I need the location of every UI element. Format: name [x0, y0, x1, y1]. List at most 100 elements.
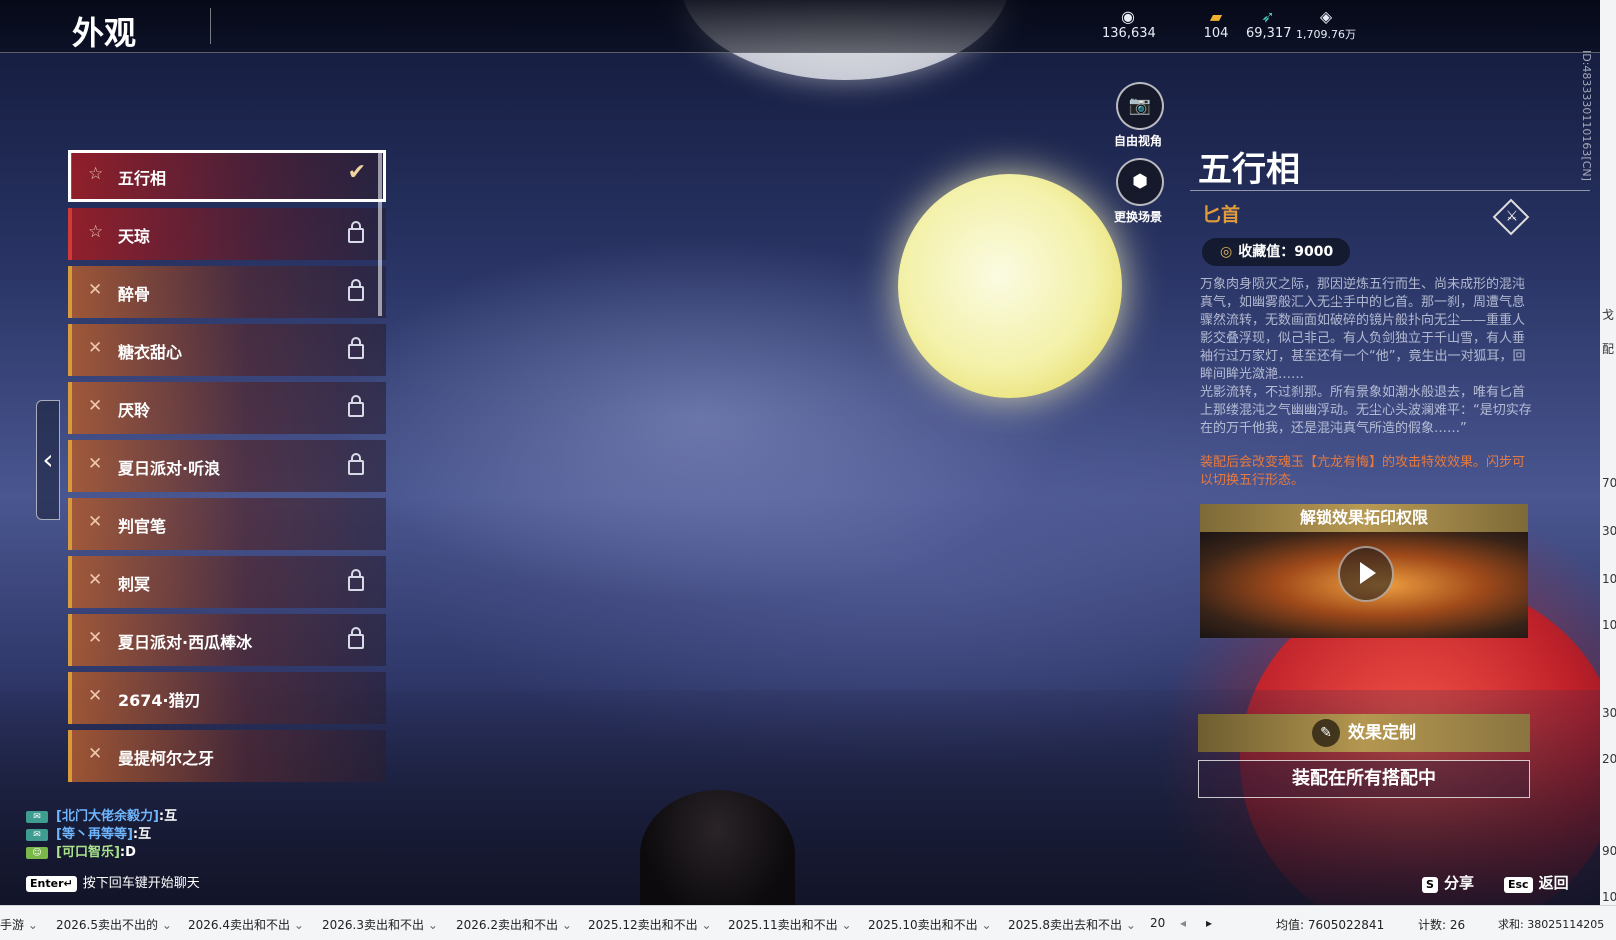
lock-icon — [348, 279, 364, 301]
chevron-left-icon: ‹ — [42, 443, 54, 476]
sheet-tab[interactable]: 2026.5卖出不出的 — [56, 916, 172, 933]
chat-line: ☺ [可口智乐]:D — [26, 844, 177, 862]
edge-text: 10 — [1602, 572, 1616, 586]
mask-icon: ◉ — [1121, 7, 1135, 26]
currency-feather[interactable]: ➶ 69,317 — [1246, 7, 1292, 42]
esc-key-icon: Esc — [1504, 877, 1533, 893]
change-scene-button[interactable]: ⬢ — [1116, 158, 1164, 206]
coin-icon: ◎ — [1220, 244, 1233, 260]
collapse-panel-button[interactable]: ‹ — [36, 400, 60, 520]
sheet-tab[interactable]: 手游 — [0, 916, 38, 933]
free-view-button[interactable]: 📷 — [1116, 82, 1164, 130]
currency-ticket-value: 104 — [1203, 26, 1229, 41]
cross-icon: ✕ — [88, 338, 103, 358]
sheet-tab[interactable]: 2026.3卖出和不出 — [322, 916, 438, 933]
feather-icon: ➶ — [1261, 7, 1275, 26]
diamond-icon: ◈ — [1319, 7, 1333, 26]
skin-item-0[interactable]: ☆ 五行相 ✔ — [68, 150, 386, 202]
chat-channel-icon: ☺ — [26, 846, 48, 859]
lock-icon — [348, 627, 364, 649]
sheet-tab-partial[interactable]: 20 — [1150, 916, 1165, 930]
brush-icon: ✎ — [1312, 719, 1340, 747]
preview-video[interactable]: 解锁效果拓印权限 — [1200, 504, 1528, 638]
chat-channel-icon: ✉ — [26, 828, 48, 841]
sheet-tab[interactable]: 2025.11卖出和不出 — [728, 916, 852, 933]
back-label: 返回 — [1538, 874, 1569, 892]
skin-list: ☆ 五行相 ✔ ☆ 天琼 ✕ 醉骨 ✕ 糖衣甜心 ✕ 厌聆 ✕ 夏日派对·听浪 — [68, 150, 386, 788]
cross-icon: ✕ — [88, 280, 103, 300]
status-count: 计数: 26 — [1418, 918, 1466, 932]
cross-icon: ✕ — [88, 570, 103, 590]
edge-text: 30 — [1602, 706, 1616, 720]
sheet-tab[interactable]: 2026.2卖出和不出 — [456, 916, 572, 933]
tab-prev-icon[interactable]: ◂ — [1180, 916, 1186, 930]
cross-icon: ✕ — [88, 686, 103, 706]
skin-item-1[interactable]: ☆ 天琼 — [68, 208, 386, 260]
skin-item-6[interactable]: ✕ 判官笔 — [68, 498, 386, 550]
lock-icon — [348, 337, 364, 359]
chat-log: ✉ [北门大佬余毅力]:互 ✉ [等丶再等等]:互 ☺ [可口智乐]:D — [26, 808, 177, 862]
currency-mask[interactable]: ◉ 136,634 — [1102, 7, 1156, 42]
skin-item-10[interactable]: ✕ 曼提柯尔之牙 — [68, 730, 386, 782]
edge-text: 戈 — [1602, 308, 1615, 322]
check-icon: ✔ — [347, 160, 366, 185]
lock-icon — [348, 569, 364, 591]
skin-label: 五行相 — [118, 169, 167, 188]
effect-note: 装配后会改变魂玉【亢龙有悔】的攻击特效效果。闪步可以切换五行形态。 — [1200, 455, 1526, 488]
skin-label: 夏日派对·听浪 — [118, 459, 221, 478]
back-shortcut[interactable]: Esc 返回 — [1504, 872, 1569, 893]
cross-icon: ✕ — [88, 628, 103, 648]
skin-label: 曼提柯尔之牙 — [118, 749, 215, 768]
sheet-tab[interactable]: 2025.8卖出去和不出 — [1008, 916, 1136, 933]
weapon-type: 匕首 — [1202, 204, 1241, 226]
equip-all-button[interactable]: 装配在所有搭配中 — [1198, 760, 1530, 798]
skin-label: 厌聆 — [118, 401, 151, 420]
edge-text: 10 — [1602, 618, 1616, 632]
chat-sender[interactable]: [北门大佬余毅力] — [56, 809, 159, 824]
skin-label: 醉骨 — [118, 285, 151, 304]
chat-line: ✉ [等丶再等等]:互 — [26, 826, 177, 844]
skin-item-9[interactable]: ✕ 2674·猎刃 — [68, 672, 386, 724]
customize-label: 效果定制 — [1348, 723, 1416, 743]
sheet-tab[interactable]: 2025.12卖出和不出 — [588, 916, 712, 933]
s-key-icon: S — [1422, 877, 1438, 893]
skin-label: 糖衣甜心 — [118, 343, 183, 362]
currency-ticket[interactable]: ▰ 104 — [1198, 8, 1234, 42]
camera-icon: 📷 — [1128, 95, 1152, 116]
chat-sender[interactable]: [等丶再等等] — [56, 827, 133, 842]
edge-text: 配 — [1602, 342, 1615, 356]
chat-sender[interactable]: [可口智乐] — [56, 845, 120, 860]
edge-text: 90 — [1602, 844, 1616, 858]
currency-diamond[interactable]: ◈ 1,709.76万 — [1296, 8, 1356, 42]
skin-item-3[interactable]: ✕ 糖衣甜心 — [68, 324, 386, 376]
description-paragraph-1: 万象肉身陨灭之际，那因逆炼五行而生、尚未成形的混沌真气，如幽雾般汇入无尘手中的匕… — [1200, 277, 1526, 382]
crossed-swords-icon[interactable]: ⚔ — [1492, 198, 1530, 236]
skin-item-7[interactable]: ✕ 刺冥 — [68, 556, 386, 608]
chat-channel-icon: ✉ — [26, 810, 48, 823]
currency-mask-value: 136,634 — [1102, 26, 1156, 41]
skin-item-8[interactable]: ✕ 夏日派对·西瓜棒冰 — [68, 614, 386, 666]
skin-label: 2674·猎刃 — [118, 691, 201, 710]
skin-item-2[interactable]: ✕ 醉骨 — [68, 266, 386, 318]
sheet-tab[interactable]: 2026.4卖出和不出 — [188, 916, 304, 933]
star-icon: ☆ — [88, 164, 104, 184]
currency-diamond-value: 1,709.76万 — [1296, 28, 1356, 41]
background-spreadsheet-edge: 戈 配 70 30 10 10 30 20 90 10 — [1600, 0, 1616, 905]
share-shortcut[interactable]: S 分享 — [1422, 872, 1474, 893]
lock-icon — [348, 453, 364, 475]
share-label: 分享 — [1443, 874, 1474, 892]
tab-next-icon[interactable]: ▸ — [1206, 916, 1212, 930]
sheet-tab[interactable]: 2025.10卖出和不出 — [868, 916, 992, 933]
customize-effect-button[interactable]: ✎ 效果定制 — [1198, 714, 1530, 752]
skin-description: 万象肉身陨灭之际，那因逆炼五行而生、尚未成形的混沌真气，如幽雾般汇入无尘手中的匕… — [1200, 276, 1534, 438]
skin-label: 判官笔 — [118, 517, 167, 536]
skin-item-5[interactable]: ✕ 夏日派对·听浪 — [68, 440, 386, 492]
edge-text: 30 — [1602, 524, 1616, 538]
skin-label: 夏日派对·西瓜棒冰 — [118, 633, 253, 652]
skin-list-scrollbar[interactable] — [378, 150, 382, 316]
chat-hint[interactable]: Enter↵ 按下回车键开始聊天 — [26, 872, 200, 892]
collect-value: 收藏值：9000 — [1238, 244, 1334, 260]
cube-icon: ⬢ — [1132, 171, 1148, 192]
skin-item-4[interactable]: ✕ 厌聆 — [68, 382, 386, 434]
play-icon[interactable] — [1338, 546, 1394, 602]
